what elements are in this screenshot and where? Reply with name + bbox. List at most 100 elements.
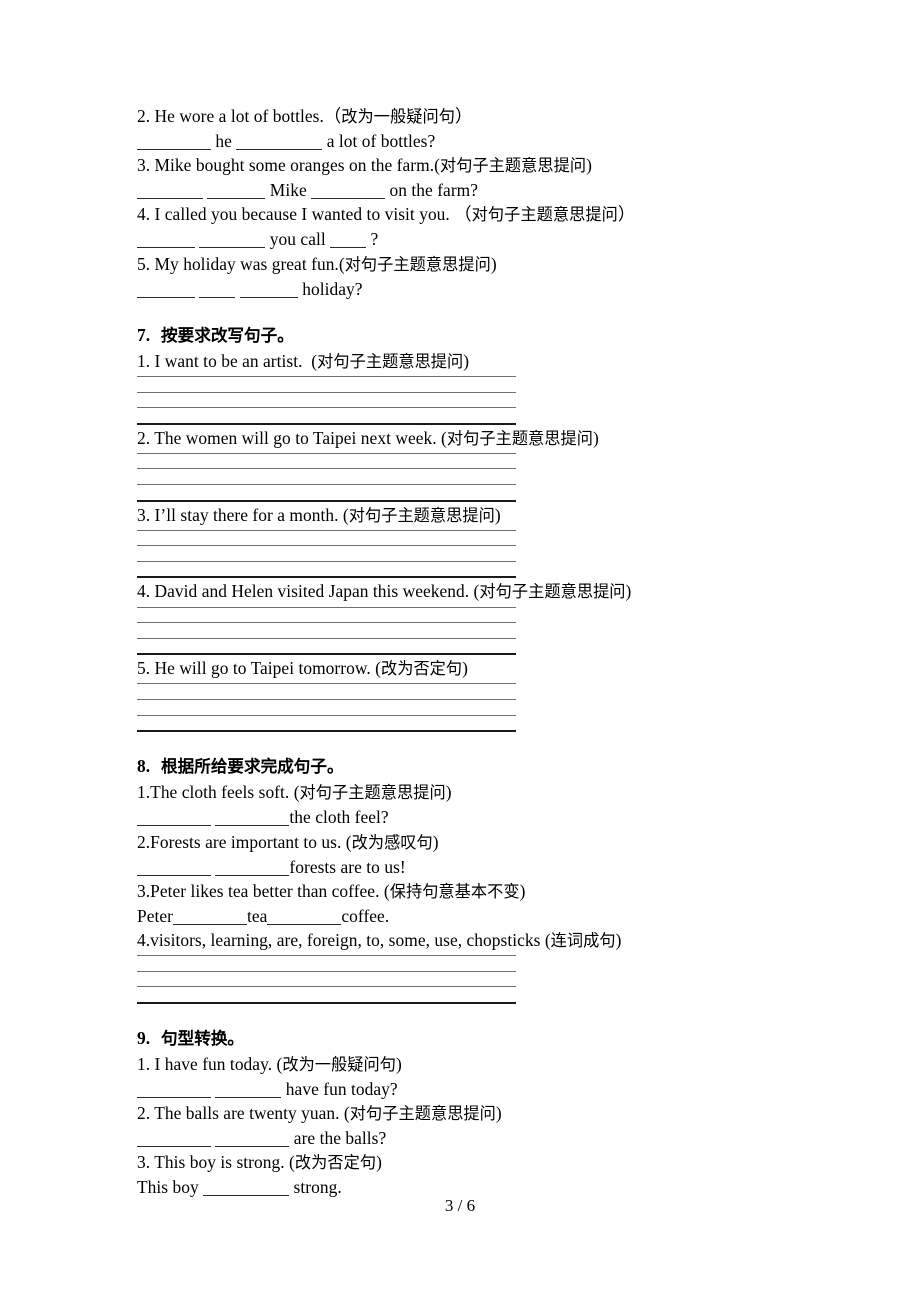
answer-blank[interactable]	[239, 280, 298, 298]
answer-blank[interactable]	[215, 809, 290, 827]
section-8-heading: 8. 根据所给要求完成句子。	[137, 754, 783, 779]
question-text: 5. He will go to Taipei tomorrow. (	[137, 658, 381, 679]
prompt-tail: ）	[454, 106, 473, 126]
answer-blank[interactable]	[137, 280, 195, 298]
answer-blank[interactable]	[137, 1080, 211, 1098]
instruction-label: 对句子主题意思提问	[317, 351, 464, 371]
rule-line	[137, 529, 516, 531]
answer-fragment: tea	[246, 905, 268, 926]
question-prompt: 3. This boy is strong. (改为否定句)	[137, 1150, 783, 1175]
answer-blank[interactable]	[311, 182, 386, 200]
rule-line	[137, 1001, 516, 1004]
answer-blank[interactable]	[137, 182, 203, 200]
prompt-tail: )	[495, 1103, 502, 1124]
question-prompt: 2.Forests are important to us. (改为感叹句)	[137, 830, 783, 855]
instruction-label: 对句子主题意思提问	[479, 582, 626, 602]
answer-fragment: holiday?	[297, 278, 363, 299]
answer-line: Peter tea coffee.	[137, 904, 783, 928]
answer-fragment: Peter	[137, 905, 173, 926]
question-text: 3. Mike bought some oranges on the farm.…	[137, 155, 440, 176]
question-text: 4. David and Helen visited Japan this we…	[137, 581, 480, 602]
section-number: 9.	[137, 1027, 151, 1048]
answer-blank[interactable]	[215, 1080, 282, 1098]
rule-line	[137, 954, 516, 956]
answer-fragment: ?	[366, 229, 379, 250]
instruction-label: 对句子主题意思提问	[344, 254, 491, 274]
answer-blank[interactable]	[199, 231, 266, 249]
answer-blank[interactable]	[137, 858, 211, 876]
answer-blank[interactable]	[137, 809, 211, 827]
prompt-tail: )	[445, 782, 452, 803]
prompt-tail: )	[376, 1152, 382, 1173]
answer-blank[interactable]	[267, 907, 342, 925]
answer-fragment: forests are to us!	[289, 856, 406, 877]
answer-blank[interactable]	[199, 280, 236, 298]
rule-line	[137, 468, 516, 470]
prompt-tail: )	[490, 253, 497, 274]
question-prompt: 4. David and Helen visited Japan this we…	[137, 579, 783, 604]
answer-rules[interactable]	[137, 606, 516, 656]
rule-line	[137, 499, 516, 502]
section-title: 按要求改写句子。	[161, 325, 294, 345]
answer-rules[interactable]	[137, 529, 516, 579]
section-9: 9. 句型转换。 1. I have fun today. (改为一般疑问句) h…	[137, 1026, 783, 1200]
question-text: 5. My holiday was great fun.(	[137, 253, 345, 274]
rule-line	[137, 452, 516, 454]
answer-blank[interactable]	[215, 858, 290, 876]
section-number: 8.	[137, 756, 151, 777]
instruction-label: 对句子主题意思提问	[471, 205, 618, 225]
instruction-label: 改为一般疑问句	[282, 1054, 396, 1074]
answer-rules[interactable]	[137, 683, 516, 733]
rule-line	[137, 683, 516, 685]
answer-fragment: you call	[265, 229, 331, 250]
question-prompt: 3. I’ll stay there for a month. (对句子主题意思…	[137, 503, 783, 528]
answer-blank[interactable]	[172, 907, 247, 925]
question-text: 2.Forests are important to us. (	[137, 831, 352, 852]
answer-blank[interactable]	[137, 1130, 211, 1148]
answer-line: the cloth feel?	[137, 805, 783, 829]
question-prompt: 1.The cloth feels soft. (对句子主题意思提问)	[137, 780, 783, 805]
instruction-label: 保持句意基本不变	[389, 881, 520, 901]
question-prompt: 2. The balls are twenty yuan. (对句子主题意思提问…	[137, 1101, 783, 1126]
rule-line	[137, 560, 516, 562]
answer-rules[interactable]	[137, 375, 516, 425]
answer-blank[interactable]	[236, 133, 323, 151]
answer-rules[interactable]	[137, 954, 516, 1004]
answer-blank[interactable]	[137, 133, 211, 151]
answer-rules[interactable]	[137, 452, 516, 502]
answer-blank[interactable]	[137, 231, 195, 249]
question-prompt: 5. My holiday was great fun.(对句子主题意思提问)	[137, 252, 783, 277]
answer-blank[interactable]	[207, 182, 266, 200]
prompt-tail: )	[519, 880, 526, 901]
prompt-tail: )	[396, 1053, 402, 1074]
prompt-tail: )	[615, 929, 622, 950]
section-7: 7. 按要求改写句子。 1. I want to be an artist. (对…	[137, 323, 783, 733]
instruction-label: 对句子主题意思提问	[299, 783, 446, 803]
rule-line	[137, 970, 516, 972]
answer-line: Mike on the farm?	[137, 178, 783, 202]
question-prompt: 3. Mike bought some oranges on the farm.…	[137, 153, 783, 178]
rule-line	[137, 606, 516, 608]
section-number: 7.	[137, 324, 151, 345]
rule-line	[137, 545, 516, 547]
answer-fragment: Mike	[265, 180, 312, 201]
rule-line	[137, 986, 516, 988]
prompt-tail: )	[462, 658, 468, 679]
answer-blank[interactable]	[215, 1130, 290, 1148]
section-9-heading: 9. 句型转换。	[137, 1026, 783, 1051]
answer-fragment: This boy	[137, 1177, 204, 1198]
rule-line	[137, 637, 516, 639]
answer-blank[interactable]	[330, 231, 367, 249]
answer-fragment: coffee.	[341, 905, 390, 926]
question-prompt: 3.Peter likes tea better than coffee. (保…	[137, 879, 783, 904]
answer-blank[interactable]	[203, 1179, 290, 1197]
prompt-tail: )	[463, 350, 470, 371]
rule-line	[137, 391, 516, 393]
document-page: 2. He wore a lot of bottles.（改为一般疑问句） he…	[0, 0, 920, 1302]
answer-fragment: on the farm?	[385, 180, 479, 201]
instruction-label: 连词成句	[550, 930, 616, 950]
question-text: 1.The cloth feels soft. (	[137, 782, 300, 803]
answer-line: forests are to us!	[137, 855, 783, 879]
question-text: 2. He wore a lot of bottles.（	[137, 106, 342, 126]
prompt-tail: )	[625, 581, 632, 602]
